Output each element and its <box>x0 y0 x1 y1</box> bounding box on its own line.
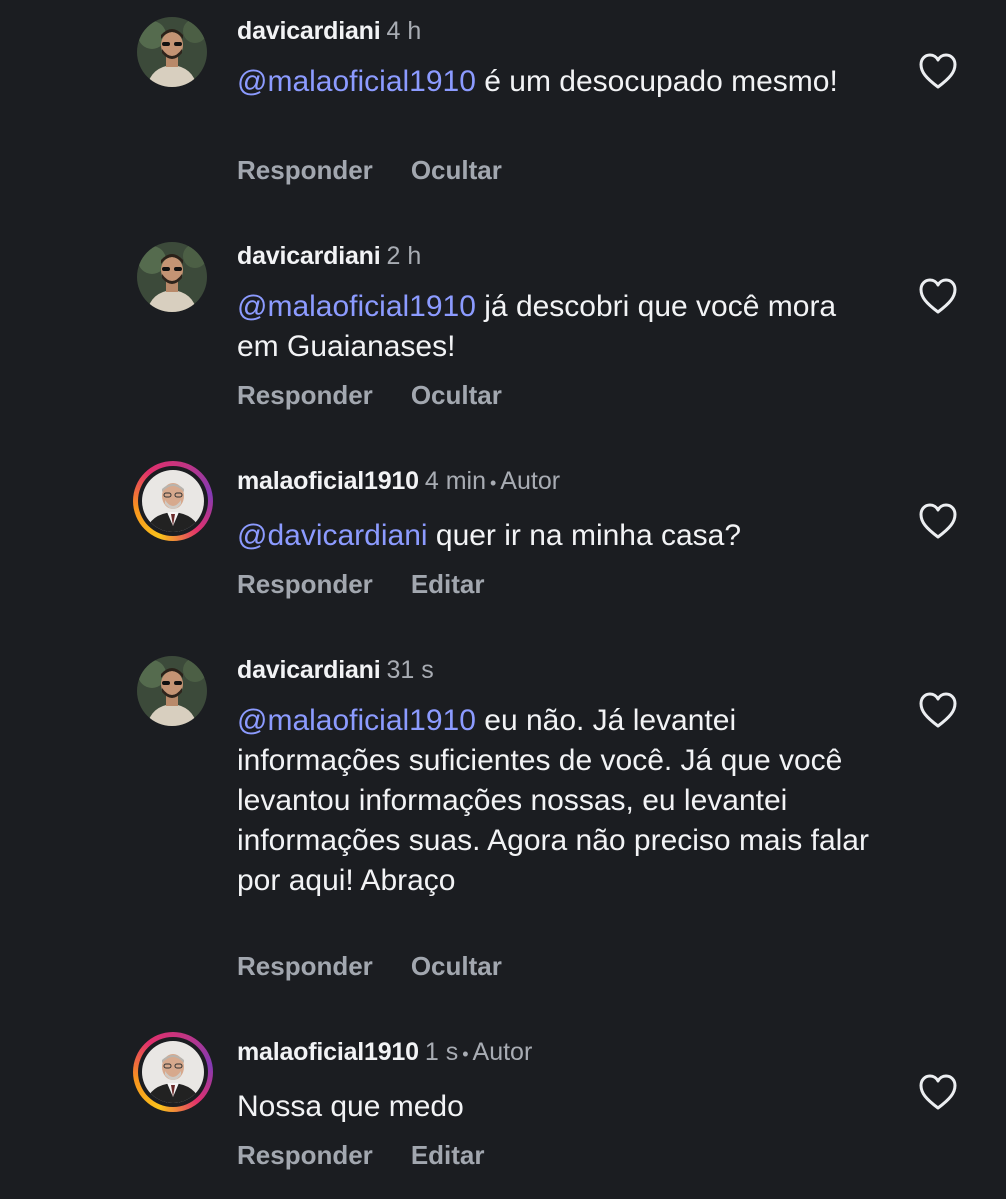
comment-actions: Responder Editar <box>237 567 485 601</box>
heart-outline-icon[interactable] <box>918 502 958 540</box>
timestamp: 2 h <box>386 242 422 270</box>
comment-actions: Responder Ocultar <box>237 153 502 187</box>
comment-text: @malaoficial1910 é um desocupado mesmo! <box>237 62 877 102</box>
hide-button[interactable]: Ocultar <box>411 155 502 185</box>
author-badge: Autor <box>500 467 561 495</box>
mention-link[interactable]: @davicardiani <box>237 519 428 552</box>
reply-button[interactable]: Responder <box>237 155 373 185</box>
comment-body: Nossa que medo <box>237 1090 464 1123</box>
avatar[interactable] <box>133 1032 213 1112</box>
heart-outline-icon[interactable] <box>918 52 958 90</box>
avatar[interactable] <box>137 656 207 726</box>
avatar[interactable] <box>137 242 207 312</box>
avatar[interactable] <box>133 461 213 541</box>
username[interactable]: davicardiani <box>237 242 381 270</box>
reply-button[interactable]: Responder <box>237 380 373 410</box>
comment-body: é um desocupado mesmo! <box>475 65 838 98</box>
hide-button[interactable]: Ocultar <box>411 380 502 410</box>
mention-link[interactable]: @malaoficial1910 <box>237 704 476 737</box>
comment-text: @davicardiani quer ir na minha casa? <box>237 516 877 556</box>
comment-meta: davicardiani 31 s <box>237 653 434 687</box>
comment-actions: Responder Ocultar <box>237 949 502 983</box>
comment-meta: davicardiani 4 h <box>237 14 421 48</box>
timestamp: 4 min <box>424 467 486 495</box>
username[interactable]: davicardiani <box>237 656 381 684</box>
timestamp: 31 s <box>386 656 434 684</box>
heart-outline-icon[interactable] <box>918 277 958 315</box>
comment-meta: malaoficial1910 1 s • Autor <box>237 1035 532 1071</box>
comment-text: @malaoficial1910 eu não. Já levantei inf… <box>237 701 877 901</box>
edit-button[interactable]: Editar <box>411 569 485 599</box>
username[interactable]: davicardiani <box>237 17 381 45</box>
separator-dot: • <box>489 473 497 493</box>
comment-text: @malaoficial1910 já descobri que você mo… <box>237 287 877 367</box>
comment-actions: Responder Editar <box>237 1138 485 1172</box>
timestamp: 1 s <box>424 1038 459 1066</box>
heart-outline-icon[interactable] <box>918 691 958 729</box>
reply-button[interactable]: Responder <box>237 1140 373 1170</box>
comment-body: quer ir na minha casa? <box>427 519 742 552</box>
username[interactable]: malaoficial1910 <box>237 1038 419 1066</box>
edit-button[interactable]: Editar <box>411 1140 485 1170</box>
author-badge: Autor <box>472 1038 533 1066</box>
comment-text: Nossa que medo <box>237 1087 877 1127</box>
comment-meta: davicardiani 2 h <box>237 239 421 273</box>
mention-link[interactable]: @malaoficial1910 <box>237 290 476 323</box>
timestamp: 4 h <box>386 17 422 45</box>
reply-button[interactable]: Responder <box>237 569 373 599</box>
username[interactable]: malaoficial1910 <box>237 467 419 495</box>
separator-dot: • <box>462 1044 469 1064</box>
heart-outline-icon[interactable] <box>918 1073 958 1111</box>
comment-actions: Responder Ocultar <box>237 378 502 412</box>
hide-button[interactable]: Ocultar <box>411 951 502 981</box>
reply-button[interactable]: Responder <box>237 951 373 981</box>
avatar[interactable] <box>137 17 207 87</box>
mention-link[interactable]: @malaoficial1910 <box>237 65 476 98</box>
comment-meta: malaoficial1910 4 min • Autor <box>237 464 560 500</box>
